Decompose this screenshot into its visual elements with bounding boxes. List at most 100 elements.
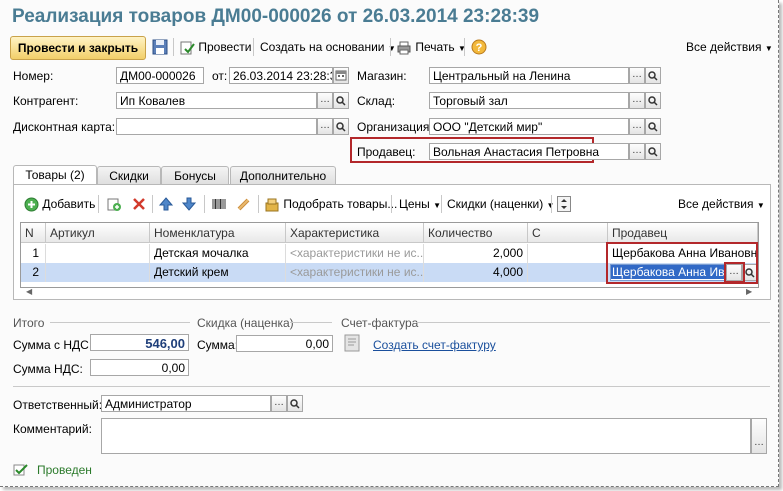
tab-additional[interactable]: Дополнительно [230, 166, 336, 185]
number-field[interactable]: ДМ00-000026 [116, 67, 204, 84]
ellipsis-icon[interactable]: … [271, 395, 287, 412]
scanner-icon[interactable] [236, 196, 252, 212]
add-icon [24, 197, 39, 212]
search-icon[interactable] [645, 67, 661, 84]
window-title: Реализация товаров ДМ00-000026 от 26.03.… [12, 6, 540, 27]
pick-goods-label: Подобрать товары... [283, 197, 398, 211]
tab-bonuses[interactable]: Бонусы [161, 166, 229, 185]
ellipsis-icon[interactable]: … [629, 118, 645, 135]
create-invoice-link[interactable]: Создать счет-фактуру [373, 338, 496, 352]
sum-vat-field: 546,00 [90, 334, 189, 351]
table-horizontal-scrollbar[interactable] [21, 284, 758, 287]
toolbar-separator [173, 38, 174, 56]
all-actions-menu[interactable]: Все действия ▼ [686, 38, 773, 56]
search-icon[interactable] [287, 395, 303, 412]
discount-sum-label: Сумма: [197, 338, 239, 352]
section-divider [50, 322, 190, 323]
discount-card-field[interactable] [116, 118, 317, 135]
post-button[interactable]: Провести [179, 38, 251, 56]
column-header-seller[interactable]: Продавец [608, 223, 758, 243]
ellipsis-icon[interactable]: … [751, 418, 767, 454]
search-icon[interactable] [645, 143, 661, 160]
store-label: Магазин: [357, 69, 407, 83]
toolbar-separator [390, 38, 391, 56]
column-header-nomenclature[interactable]: Номенклатура [150, 223, 286, 243]
print-button-label: Печать [415, 40, 455, 54]
discount-section-label: Скидка (наценка) [197, 316, 294, 330]
goods-all-actions-menu[interactable]: Все действия ▼ [678, 195, 765, 213]
cell-nomenclature[interactable]: Детская мочалка [150, 244, 286, 263]
tab-discounts[interactable]: Скидки [97, 166, 161, 185]
comment-field[interactable] [101, 418, 751, 454]
discounts-menu[interactable]: Скидки (наценки) ▼ [447, 195, 554, 213]
delete-icon[interactable] [131, 196, 147, 212]
cell-c[interactable] [528, 244, 608, 263]
date-field[interactable]: 26.03.2014 23:28:39 [229, 67, 333, 84]
ellipsis-icon[interactable]: … [629, 92, 645, 109]
column-header-n[interactable]: N [21, 223, 46, 243]
row-height-icon[interactable] [557, 196, 571, 212]
tab-goods[interactable]: Товары (2) [13, 165, 97, 185]
svg-text:?: ? [476, 42, 483, 54]
column-header-article[interactable]: Артикул [46, 223, 150, 243]
toolbar-separator [204, 195, 205, 213]
dropdown-arrow-icon: ▼ [756, 201, 765, 210]
copy-row-icon[interactable] [106, 196, 122, 212]
prices-menu[interactable]: Цены ▼ [399, 195, 441, 213]
ellipsis-icon[interactable]: … [629, 143, 645, 160]
prices-label: Цены [399, 197, 430, 211]
search-icon[interactable] [645, 92, 661, 109]
organization-field[interactable]: ООО "Детский мир" [429, 118, 629, 135]
organization-label: Организация: [357, 120, 433, 134]
store-field[interactable]: Центральный на Ленина [429, 67, 629, 84]
cell-quantity[interactable]: 2,000 [424, 244, 528, 263]
cell-characteristic[interactable]: <характеристики не ис... [286, 244, 424, 263]
help-icon[interactable]: ? [471, 39, 487, 55]
totals-section-label: Итого [13, 316, 45, 330]
search-icon[interactable] [333, 118, 349, 135]
responsible-field[interactable]: Администратор [101, 395, 271, 412]
search-icon[interactable] [333, 92, 349, 109]
cell-characteristic[interactable]: <характеристики не ис... [286, 263, 424, 282]
invoice-section-label: Счет-фактура [341, 316, 419, 330]
toolbar-separator [258, 195, 259, 213]
column-header-c[interactable]: С [528, 223, 608, 243]
move-up-icon[interactable] [158, 196, 174, 212]
ellipsis-icon[interactable]: … [317, 92, 333, 109]
print-button[interactable]: Печать ▼ [396, 38, 466, 56]
post-icon [180, 41, 195, 55]
all-actions-label: Все действия [686, 40, 762, 54]
cell-article[interactable] [46, 244, 150, 263]
cell-article[interactable] [46, 263, 150, 282]
scroll-left-icon[interactable]: ◀ [26, 287, 32, 296]
column-header-quantity[interactable]: Количество [424, 223, 528, 243]
cell-nomenclature[interactable]: Детский крем [150, 263, 286, 282]
column-header-characteristic[interactable]: Характеристика [286, 223, 424, 243]
add-button[interactable]: Добавить [24, 195, 95, 213]
ellipsis-icon[interactable]: … [317, 118, 333, 135]
invoice-icon [343, 333, 363, 353]
post-and-close-button[interactable]: Провести и закрыть [10, 36, 146, 60]
seller-field[interactable]: Вольная Анастасия Петровна [429, 143, 629, 160]
posted-status-icon [13, 463, 29, 477]
counterparty-field[interactable]: Ип Ковалев [116, 92, 317, 109]
ellipsis-icon[interactable]: … [629, 67, 645, 84]
calendar-icon[interactable] [333, 67, 349, 84]
create-based-on-button[interactable]: Создать на основании ▼ [260, 38, 396, 56]
number-label: Номер: [13, 69, 54, 83]
toolbar-separator [98, 195, 99, 213]
search-icon[interactable] [645, 118, 661, 135]
warehouse-field[interactable]: Торговый зал [429, 92, 629, 109]
sum-vat-label: Сумма с НДС: [13, 338, 93, 352]
save-icon[interactable] [151, 38, 169, 56]
barcode-icon[interactable] [211, 196, 227, 212]
pick-goods-button[interactable]: Подобрать товары... [264, 195, 397, 213]
cell-quantity[interactable]: 4,000 [424, 263, 528, 282]
move-down-icon[interactable] [181, 196, 197, 212]
responsible-label: Ответственный: [13, 398, 103, 412]
toolbar-separator [253, 38, 254, 56]
cell-c[interactable] [528, 263, 608, 282]
scroll-right-icon[interactable]: ▶ [746, 287, 752, 296]
ellipsis-highlight-box [724, 262, 745, 283]
printer-icon [397, 41, 411, 55]
